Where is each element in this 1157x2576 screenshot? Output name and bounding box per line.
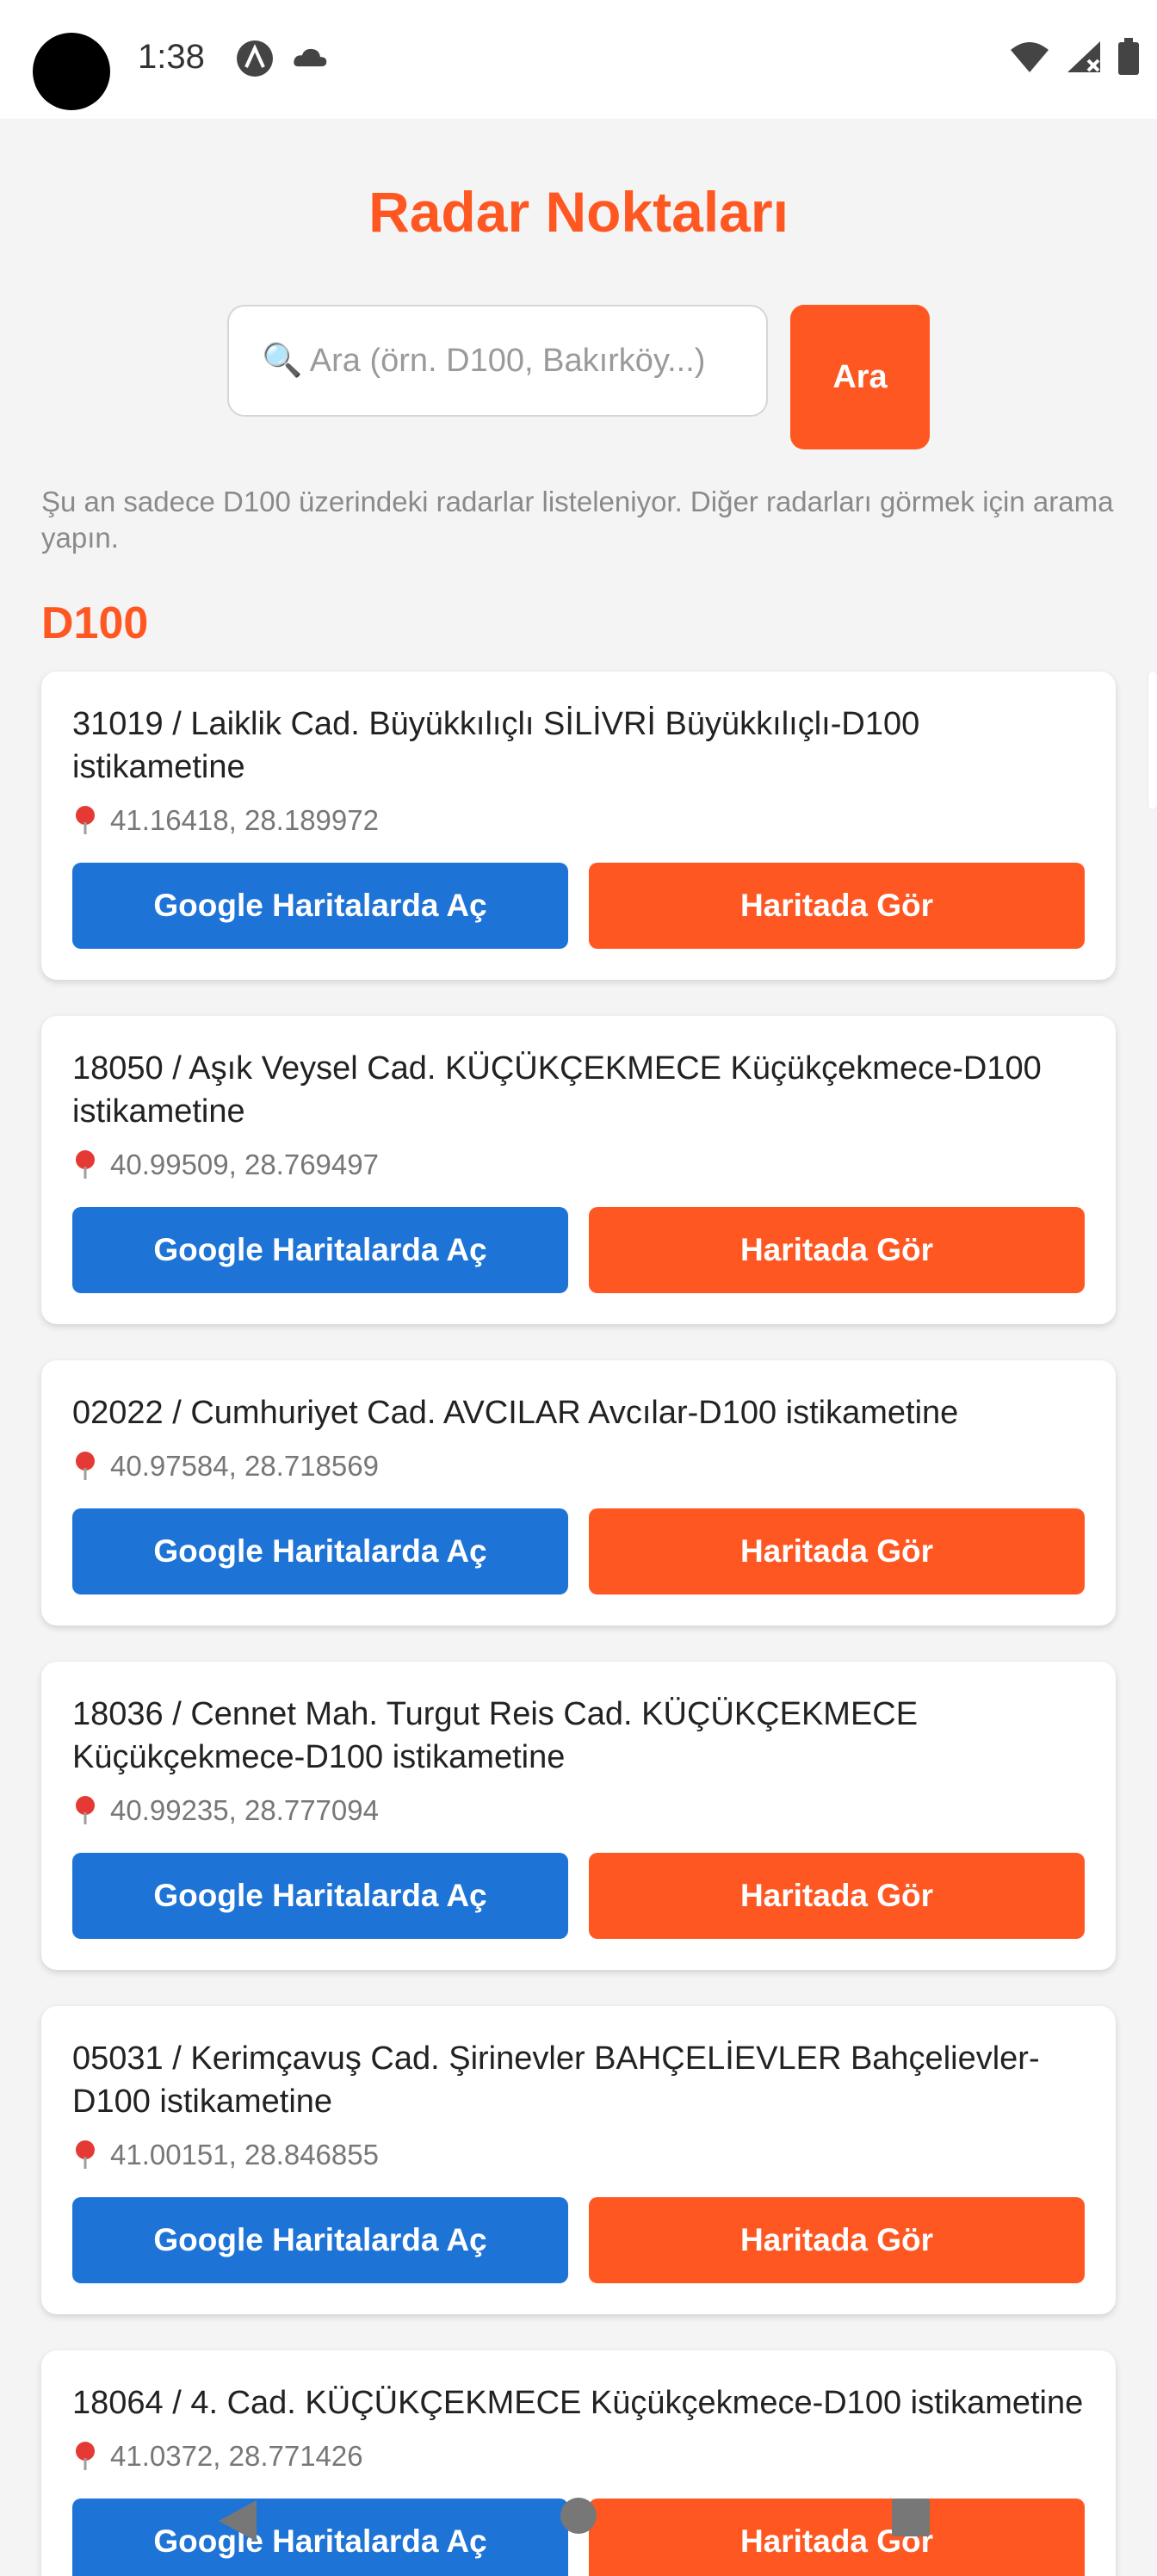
pin-icon	[76, 806, 95, 834]
radar-card: 31019 / Laiklik Cad. Büyükkılıçlı SİLİVR…	[41, 672, 1116, 980]
radar-coords-row: 41.0372, 28.771426	[72, 2440, 1085, 2473]
google-maps-button[interactable]: Google Haritalarda Aç	[72, 1508, 568, 1595]
radar-coords-row: 40.99509, 28.769497	[72, 1149, 1085, 1181]
google-maps-button[interactable]: Google Haritalarda Aç	[72, 1853, 568, 1939]
radar-title: 18050 / Aşık Veysel Cad. KÜÇÜKÇEKMECE Kü…	[72, 1050, 1042, 1130]
google-maps-button[interactable]: Google Haritalarda Aç	[72, 1207, 568, 1293]
main-content: Radar Noktaları Ara Şu an sadece D100 üz…	[0, 119, 1157, 2576]
google-maps-button[interactable]: Google Haritalarda Aç	[72, 2197, 568, 2283]
scrollbar-thumb[interactable]	[1148, 672, 1157, 809]
search-box[interactable]	[227, 305, 768, 417]
section-title: D100	[41, 598, 149, 648]
radar-card: 05031 / Kerimçavuş Cad. Şirinevler BAHÇE…	[41, 2006, 1116, 2314]
status-right-icons	[1009, 38, 1140, 76]
search-button[interactable]: Ara	[790, 305, 930, 449]
camera-cutout	[33, 33, 110, 110]
show-on-map-button[interactable]: Haritada Gör	[589, 1853, 1085, 1939]
home-icon[interactable]	[560, 2497, 597, 2535]
radar-card: 02022 / Cumhuriyet Cad. AVCILAR Avcılar-…	[41, 1360, 1116, 1625]
battery-icon	[1118, 38, 1139, 75]
radar-title: 05031 / Kerimçavuş Cad. Şirinevler BAHÇE…	[72, 2040, 1040, 2120]
pin-icon	[76, 1150, 95, 1179]
show-on-map-button[interactable]: Haritada Gör	[589, 1207, 1085, 1293]
radar-title: 31019 / Laiklik Cad. Büyükkılıçlı SİLİVR…	[72, 706, 920, 785]
wifi-icon	[1011, 42, 1049, 72]
show-on-map-button[interactable]: Haritada Gör	[589, 2197, 1085, 2283]
radar-coords-row: 40.99235, 28.777094	[72, 1794, 1085, 1827]
signal-icon	[1067, 41, 1100, 72]
radar-coords: 40.97584, 28.718569	[110, 1450, 379, 1482]
radar-coords: 40.99509, 28.769497	[110, 1149, 379, 1180]
back-icon[interactable]	[213, 2497, 262, 2545]
radar-title: 02022 / Cumhuriyet Cad. AVCILAR Avcılar-…	[72, 1395, 959, 1431]
radar-coords: 41.00151, 28.846855	[110, 2139, 379, 2170]
pin-icon	[76, 2442, 95, 2470]
search-input[interactable]	[260, 341, 746, 381]
radar-coords: 41.16418, 28.189972	[110, 804, 379, 836]
pin-icon	[76, 2140, 95, 2169]
pin-icon	[76, 1796, 95, 1824]
show-on-map-button[interactable]: Haritada Gör	[589, 863, 1085, 949]
radar-title: 18064 / 4. Cad. KÜÇÜKÇEKMECE Küçükçekmec…	[72, 2385, 1084, 2421]
google-maps-button[interactable]: Google Haritalarda Aç	[72, 2499, 568, 2576]
card-actions: Google Haritalarda Aç Haritada Gör	[72, 1508, 1085, 1595]
card-actions: Google Haritalarda Aç Haritada Gör	[72, 2197, 1085, 2283]
show-on-map-button[interactable]: Haritada Gör	[589, 1508, 1085, 1595]
show-on-map-button[interactable]: Haritada Gör	[589, 2499, 1085, 2576]
card-actions: Google Haritalarda Aç Haritada Gör	[72, 1207, 1085, 1293]
radar-coords: 41.0372, 28.771426	[110, 2440, 363, 2472]
radar-coords-row: 41.16418, 28.189972	[72, 804, 1085, 837]
recents-icon[interactable]	[890, 2497, 931, 2538]
radar-card: 18064 / 4. Cad. KÜÇÜKÇEKMECE Küçükçekmec…	[41, 2350, 1116, 2576]
radar-coords-row: 41.00151, 28.846855	[72, 2139, 1085, 2171]
card-actions: Google Haritalarda Aç Haritada Gör	[72, 863, 1085, 949]
pin-icon	[76, 1452, 95, 1480]
radar-card: 18050 / Aşık Veysel Cad. KÜÇÜKÇEKMECE Kü…	[41, 1016, 1116, 1324]
info-text: Şu an sadece D100 üzerindeki radarlar li…	[41, 486, 1114, 554]
radar-coords: 40.99235, 28.777094	[110, 1794, 379, 1826]
cloud-icon	[294, 48, 327, 67]
status-bar: 1:38	[0, 0, 1157, 119]
a-badge-icon	[237, 40, 273, 77]
page-title: Radar Noktaları	[368, 180, 789, 244]
radar-coords-row: 40.97584, 28.718569	[72, 1450, 1085, 1483]
google-maps-button[interactable]: Google Haritalarda Aç	[72, 863, 568, 949]
radar-title: 18036 / Cennet Mah. Turgut Reis Cad. KÜÇ…	[72, 1696, 919, 1775]
status-time: 1:38	[138, 38, 205, 76]
card-actions: Google Haritalarda Aç Haritada Gör	[72, 1853, 1085, 1939]
radar-card: 18036 / Cennet Mah. Turgut Reis Cad. KÜÇ…	[41, 1662, 1116, 1970]
